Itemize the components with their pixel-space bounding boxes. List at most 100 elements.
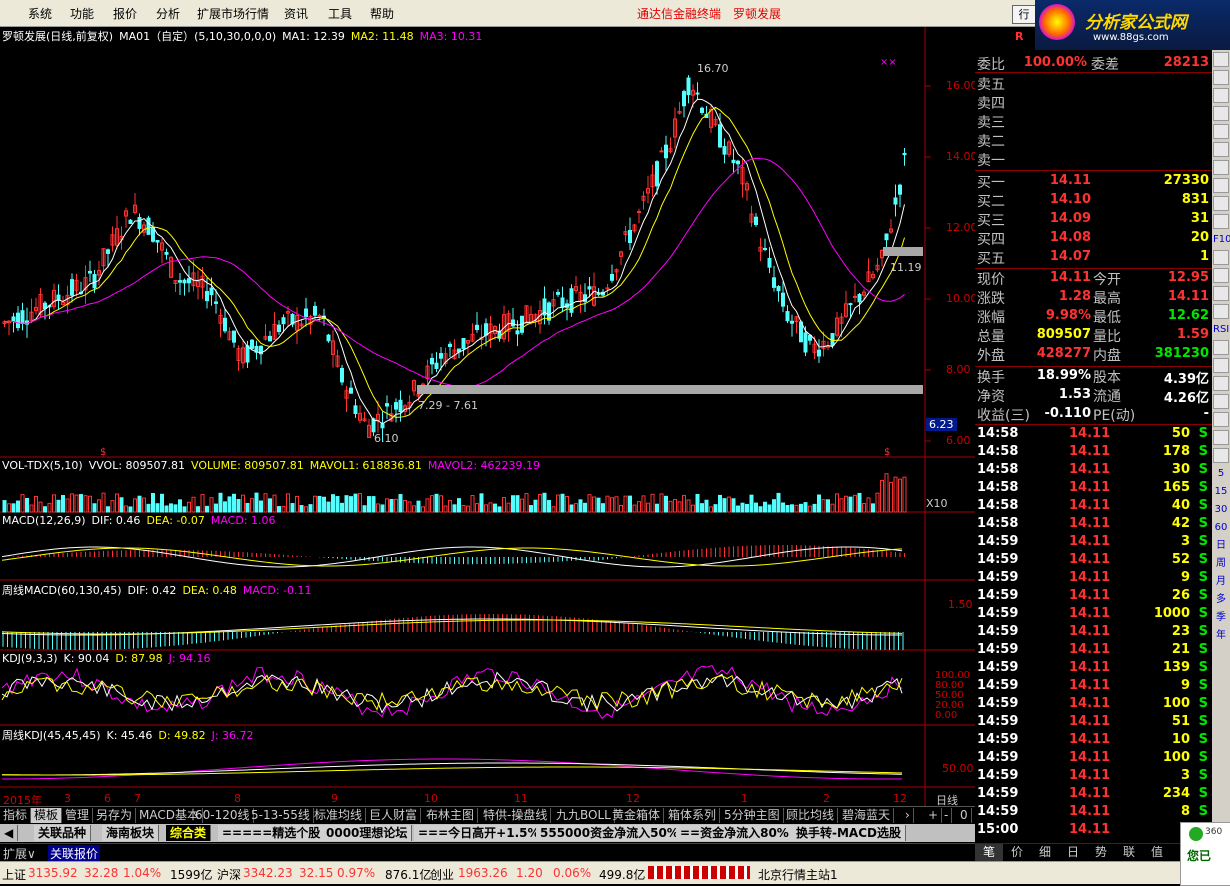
quote-button[interactable]: 行 bbox=[1012, 5, 1036, 24]
wmacd-indicator-name[interactable]: 周线MACD(60,130,45) bbox=[2, 584, 122, 597]
toolbar-tool-icon[interactable]: 季 bbox=[1213, 610, 1229, 625]
tick-row[interactable]: 14:58 14.11 30 S bbox=[975, 462, 1212, 480]
toolbar-tool-icon[interactable] bbox=[1213, 430, 1229, 445]
buy-level-price[interactable]: 14.10 bbox=[1025, 192, 1091, 207]
sector-high-open[interactable]: ===今日高开+1.5% bbox=[414, 825, 545, 841]
tab-99boll[interactable]: 九九BOLL bbox=[553, 808, 615, 823]
toolbar-tool-icon[interactable]: 30 bbox=[1213, 502, 1229, 517]
toolbar-tool-icon[interactable] bbox=[1213, 70, 1229, 85]
rtab-value[interactable]: 值 bbox=[1143, 844, 1171, 861]
server-label[interactable]: 北京行情主站1 bbox=[758, 866, 838, 883]
tick-row[interactable]: 14:59 14.11 21 S bbox=[975, 642, 1212, 660]
vol-indicator-name[interactable]: VOL-TDX(5,10) bbox=[2, 459, 83, 472]
toolbar-tool-icon[interactable] bbox=[1213, 358, 1229, 373]
toolbar-tool-icon[interactable]: 周 bbox=[1213, 556, 1229, 571]
toolbar-tool-icon[interactable] bbox=[1213, 448, 1229, 463]
wkdj-indicator-name[interactable]: 周线KDJ(45,45,45) bbox=[2, 729, 101, 742]
expand-button[interactable]: 扩展∨ bbox=[3, 845, 36, 862]
kdj-indicator-name[interactable]: KDJ(9,3,3) bbox=[2, 652, 58, 665]
toolbar-tool-icon[interactable] bbox=[1213, 412, 1229, 427]
hs-index-label[interactable]: 沪深 bbox=[217, 866, 241, 883]
tick-row[interactable]: 14:59 14.11 26 S bbox=[975, 588, 1212, 606]
tab-60-120[interactable]: 60-120线 bbox=[192, 808, 254, 823]
toolbar-tool-icon[interactable]: 日 bbox=[1213, 538, 1229, 553]
menu-extended-market[interactable]: 扩展市场行情 bbox=[197, 5, 269, 22]
menu-help[interactable]: 帮助 bbox=[370, 5, 394, 22]
tab-manage[interactable]: 管理 bbox=[62, 808, 94, 823]
ma-indicator-name[interactable]: MA01（自定）(5,10,30,0,0,0) bbox=[119, 30, 276, 43]
toolbar-tool-icon[interactable] bbox=[1213, 268, 1229, 283]
menu-function[interactable]: 功能 bbox=[70, 5, 94, 22]
toolbar-tool-icon[interactable] bbox=[1213, 394, 1229, 409]
toolbar-tool-icon[interactable] bbox=[1213, 376, 1229, 391]
tick-row[interactable]: 14:59 14.11 3 S bbox=[975, 768, 1212, 786]
tick-row[interactable]: 14:59 14.11 51 S bbox=[975, 714, 1212, 732]
tabs-minus-icon[interactable]: - bbox=[941, 808, 953, 823]
menu-news[interactable]: 资讯 bbox=[284, 5, 308, 22]
toolbar-tool-icon[interactable]: RSI bbox=[1213, 322, 1229, 337]
toolbar-tool-icon[interactable] bbox=[1213, 214, 1229, 229]
toolbar-tool-icon[interactable] bbox=[1213, 88, 1229, 103]
sector-macd-select[interactable]: 换手转-MACD选股 bbox=[792, 825, 906, 841]
rtab-day[interactable]: 日 bbox=[1059, 844, 1087, 861]
buy-level-price[interactable]: 14.11 bbox=[1025, 173, 1091, 188]
tab-special-line[interactable]: 特供-操盘线 bbox=[480, 808, 552, 823]
sector-selected-stocks[interactable]: =====精选个股 bbox=[218, 825, 326, 841]
toolbar-tool-icon[interactable]: 多 bbox=[1213, 592, 1229, 607]
tick-row[interactable]: 14:59 14.11 100 S bbox=[975, 750, 1212, 768]
tab-boll-main[interactable]: 布林主图 bbox=[423, 808, 479, 823]
menu-tools[interactable]: 工具 bbox=[328, 5, 352, 22]
sector-arrow-icon[interactable]: ◀ bbox=[0, 825, 19, 841]
toolbar-tool-icon[interactable] bbox=[1213, 304, 1229, 319]
related-quote-button[interactable]: 关联报价 bbox=[48, 845, 101, 862]
toolbar-tool-icon[interactable]: 15 bbox=[1213, 484, 1229, 499]
tab-save-as[interactable]: 另存为 bbox=[93, 808, 137, 823]
tab-gold-box[interactable]: 黄金箱体 bbox=[609, 808, 665, 823]
rtab-detail[interactable]: 细 bbox=[1031, 844, 1059, 861]
tick-row[interactable]: 14:58 14.11 165 S bbox=[975, 480, 1212, 498]
promo-stock[interactable]: 罗顿发展 bbox=[733, 5, 781, 22]
tick-row[interactable]: 14:59 14.11 234 S bbox=[975, 786, 1212, 804]
kline-chart[interactable]: ×× $ $ 罗顿发展(日线,前复权) MA01（自定）(5,10,30,0,0,0)… bbox=[0, 27, 978, 823]
rtab-related[interactable]: 联 bbox=[1115, 844, 1143, 861]
tick-row[interactable]: 14:58 14.11 42 S bbox=[975, 516, 1212, 534]
tick-row[interactable]: 14:58 14.11 178 S bbox=[975, 444, 1212, 462]
cy-index-label[interactable]: 创业 bbox=[430, 866, 454, 883]
tabs-next-icon[interactable]: › bbox=[902, 808, 914, 823]
toolbar-tool-icon[interactable]: 年 bbox=[1213, 628, 1229, 643]
tab-guppy-ma[interactable]: 顾比均线 bbox=[783, 808, 839, 823]
tick-row[interactable]: 14:59 14.11 10 S bbox=[975, 732, 1212, 750]
menu-analysis[interactable]: 分析 bbox=[156, 5, 180, 22]
toolbar-tool-icon[interactable]: F10 bbox=[1213, 232, 1230, 247]
toolbar-tool-icon[interactable]: 5 bbox=[1213, 466, 1229, 481]
macd-indicator-name[interactable]: MACD(12,26,9) bbox=[2, 514, 86, 527]
tick-row[interactable]: 14:59 14.11 9 S bbox=[975, 570, 1212, 588]
tick-row[interactable]: 14:59 14.11 52 S bbox=[975, 552, 1212, 570]
rtab-trades[interactable]: 笔 bbox=[975, 844, 1003, 861]
toolbar-tool-icon[interactable]: 月 bbox=[1213, 574, 1229, 589]
menu-system[interactable]: 系统 bbox=[28, 5, 52, 22]
tick-row[interactable]: 15:0014.113S bbox=[975, 822, 1212, 840]
tab-standard-ma[interactable]: 标准均线 bbox=[311, 808, 367, 823]
tabs-zero-icon[interactable]: 0 bbox=[957, 808, 972, 823]
tick-row[interactable]: 14:59 14.11 1000 S bbox=[975, 606, 1212, 624]
tab-box-series[interactable]: 箱体系列 bbox=[665, 808, 721, 823]
toolbar-tool-icon[interactable] bbox=[1213, 124, 1229, 139]
tick-row[interactable]: 14:59 14.11 23 S bbox=[975, 624, 1212, 642]
toolbar-tool-icon[interactable] bbox=[1213, 196, 1229, 211]
tab-giant-wealth[interactable]: 巨人财富 bbox=[366, 808, 422, 823]
toolbar-tool-icon[interactable] bbox=[1213, 160, 1229, 175]
tick-row[interactable]: 14:58 14.11 40 S bbox=[975, 498, 1212, 516]
toolbar-tool-icon[interactable] bbox=[1213, 142, 1229, 157]
sector-fund-inflow-50[interactable]: 555000资金净流入50% bbox=[536, 825, 684, 841]
tab-indicator[interactable]: 指标 bbox=[0, 808, 32, 823]
tab-5min-main[interactable]: 5分钟主图 bbox=[721, 808, 784, 823]
tick-row[interactable]: 14:59 14.11 8 S bbox=[975, 804, 1212, 822]
menu-quote[interactable]: 报价 bbox=[113, 5, 137, 22]
tab-blue-sea[interactable]: 碧海蓝天 bbox=[839, 808, 895, 823]
tick-row[interactable]: 14:59 14.11 3 S bbox=[975, 534, 1212, 552]
rtab-price[interactable]: 价 bbox=[1003, 844, 1031, 861]
toolbar-tool-icon[interactable] bbox=[1213, 250, 1229, 265]
toolbar-tool-icon[interactable] bbox=[1213, 340, 1229, 355]
buy-level-price[interactable]: 14.07 bbox=[1025, 249, 1091, 264]
